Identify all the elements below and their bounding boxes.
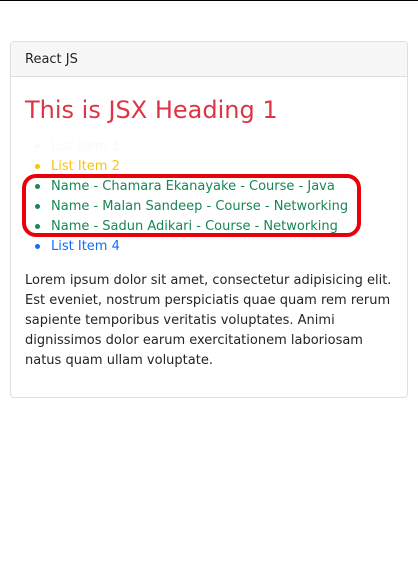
bullet-icon: [35, 204, 40, 209]
list-item-label: Name - Chamara Ekanayake - Course - Java: [51, 179, 335, 194]
list-item-label: List Item 2: [51, 159, 120, 174]
list-item-label: List Item 4: [51, 239, 120, 254]
card-header: React JS: [11, 42, 407, 77]
bullet-icon: [35, 244, 40, 249]
student-list-item: Name - Chamara Ekanayake - Course - Java: [25, 177, 348, 197]
lorem-paragraph: Lorem ipsum dolor sit amet, consectetur …: [25, 273, 392, 368]
list-item: List Item 1: [25, 137, 348, 157]
list-item-label: Name - Malan Sandeep - Course - Networki…: [51, 199, 349, 214]
card-header-title: React JS: [25, 52, 78, 67]
page-heading: This is JSX Heading 1: [25, 96, 278, 124]
student-list-item: Name - Sadun Adikari - Course - Networki…: [25, 217, 348, 237]
bullet-icon: [35, 224, 40, 229]
bullet-icon: [35, 184, 40, 189]
window-top-border: [0, 0, 418, 1]
item-list: List Item 1 List Item 2 Name - Chamara E…: [25, 137, 348, 257]
list-item: List Item 2: [25, 157, 348, 177]
student-list-item: Name - Malan Sandeep - Course - Networki…: [25, 197, 348, 217]
list-item: List Item 4: [25, 237, 348, 257]
list-item-label: Name - Sadun Adikari - Course - Networki…: [51, 219, 338, 234]
bullet-icon: [35, 144, 40, 149]
card: React JS This is JSX Heading 1 List Item…: [10, 41, 408, 398]
bullet-icon: [35, 164, 40, 169]
list-item-label: List Item 1: [51, 139, 120, 154]
